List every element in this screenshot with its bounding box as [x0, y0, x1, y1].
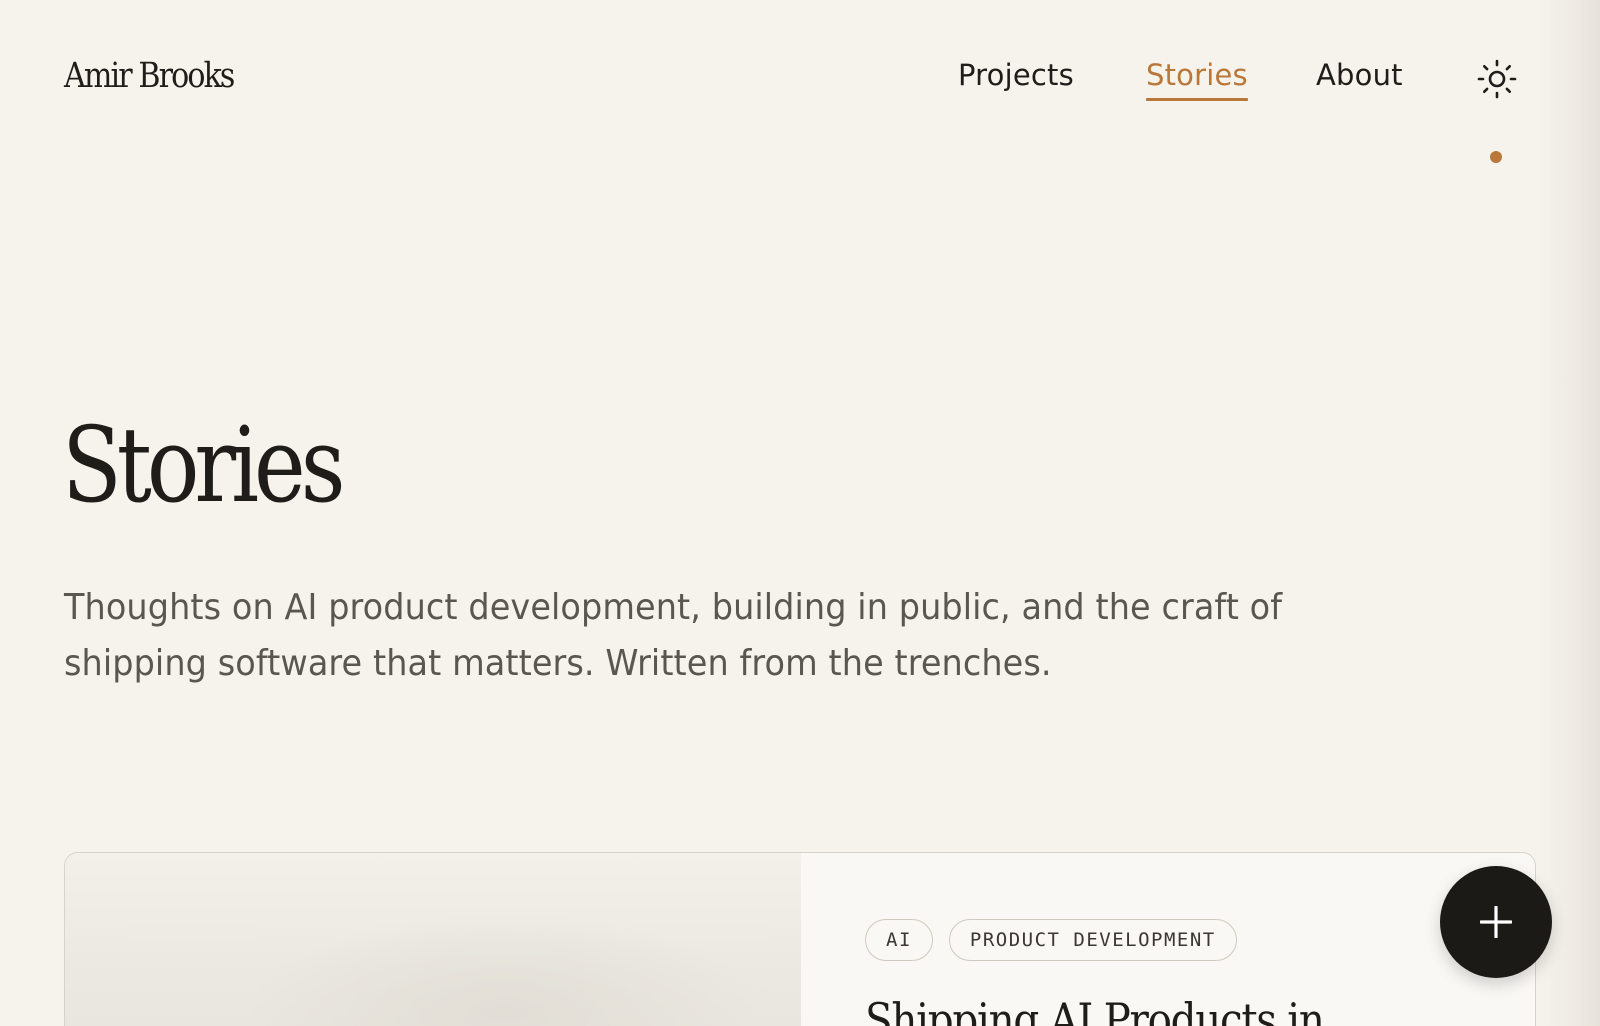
story-tags: AI PRODUCT DEVELOPMENT	[865, 919, 1237, 961]
nav-stories[interactable]: Stories	[1146, 58, 1248, 101]
sun-icon	[1477, 59, 1517, 99]
nav-stories-label: Stories	[1146, 58, 1248, 92]
story-title[interactable]: Shipping AI Products in	[865, 993, 1325, 1026]
page-intro: Thoughts on AI product development, buil…	[64, 587, 1283, 684]
story-cover-image	[65, 853, 801, 1026]
active-nav-underline	[1146, 98, 1248, 101]
tag-ai[interactable]: AI	[865, 919, 933, 961]
scroll-edge-shadow	[1536, 0, 1600, 1026]
nav-projects[interactable]: Projects	[958, 58, 1074, 92]
nav-about[interactable]: About	[1316, 58, 1403, 92]
theme-toggle-button[interactable]	[1477, 59, 1517, 99]
plus-icon	[1480, 906, 1512, 938]
tag-product-development[interactable]: PRODUCT DEVELOPMENT	[948, 919, 1237, 961]
page-title: Stories	[62, 404, 346, 526]
theme-indicator-dot	[1490, 151, 1502, 163]
site-logo[interactable]: Amir Brooks	[64, 56, 235, 96]
featured-story-card[interactable]: AI PRODUCT DEVELOPMENT Shipping AI Produ…	[64, 852, 1536, 1026]
add-button[interactable]	[1440, 866, 1552, 978]
